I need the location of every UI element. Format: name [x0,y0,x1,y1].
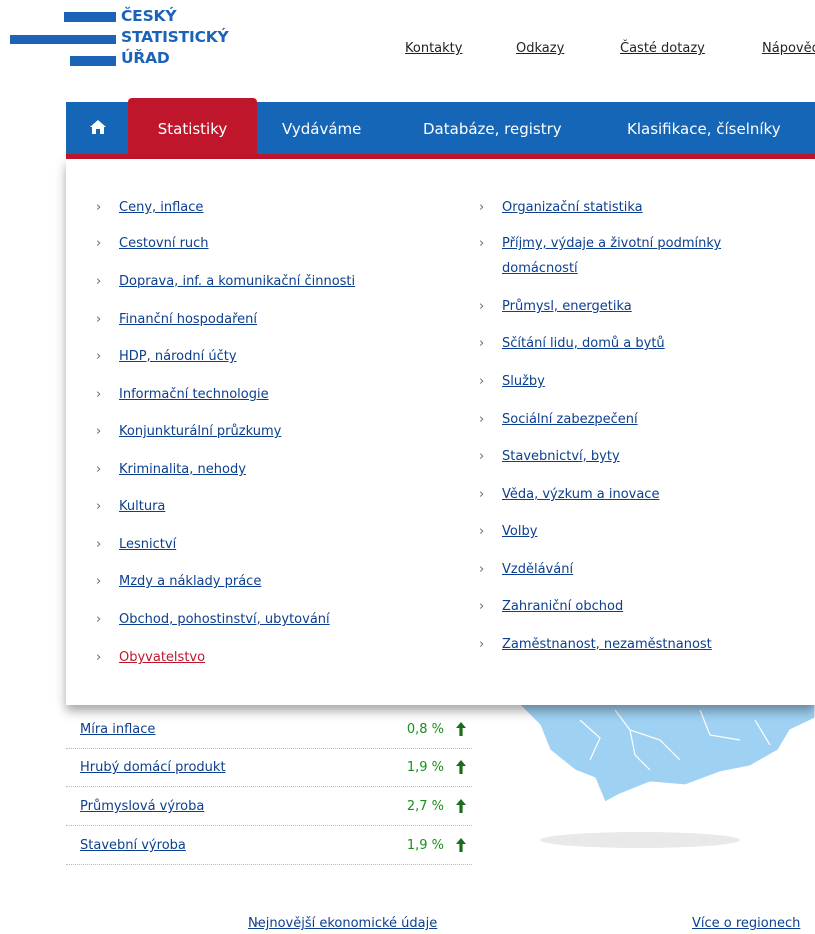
menu-item[interactable]: › Finanční hospodaření [96,309,257,330]
menu-item[interactable]: › Příjmy, výdaje a životní podmínky [479,233,721,254]
chevron-right-icon: › [96,462,102,477]
menu-item[interactable]: › Vzdělávání [479,559,573,580]
logo-bar [10,35,116,44]
menu-item[interactable]: › Sociální zabezpečení [479,409,638,430]
nav-tab-vydavame[interactable]: Vydáváme [282,102,361,154]
menu-item[interactable]: › Informační technologie [96,384,269,405]
menu-item[interactable]: › Věda, výzkum a inovace [479,484,659,505]
menu-item[interactable]: › Zaměstnanost, nezaměstnanost [479,634,712,655]
indicator-name[interactable]: Průmyslová výroba [80,799,204,814]
menu-item[interactable]: › Cestovní ruch [96,233,209,254]
nav-tab-statistiky[interactable]: Statistiky [128,98,257,159]
chevron-right-icon: › [96,650,102,665]
menu-item[interactable]: › Mzdy a náklady práce [96,571,261,592]
chevron-right-icon: › [96,537,102,552]
chevron-right-icon: › [479,599,485,614]
map-shadow [540,832,740,848]
indicator-name[interactable]: Stavební výroba [80,838,186,853]
menu-item-continuation[interactable]: domácností [502,258,578,279]
chevron-right-icon: › [96,612,102,627]
chevron-right-icon: › [479,374,485,389]
nav-tab-databaze[interactable]: Databáze, registry [423,102,562,154]
menu-item[interactable]: › Kriminalita, nehody [96,459,246,480]
chevron-right-icon: › [254,916,260,931]
chevron-right-icon: › [479,637,485,652]
chevron-right-icon: › [479,524,485,539]
link-napoveda[interactable]: Nápověda [762,41,815,56]
logo-bar [64,12,116,22]
indicator-row: Průmyslová výroba 2,7 % [66,787,472,826]
indicator-row: Stavební výroba 1,9 % [66,826,472,865]
chevron-right-icon: › [479,200,485,215]
logo-text-line3: ÚŘAD [121,49,170,67]
statistics-dropdown: › Ceny, inflace › Cestovní ruch › Doprava, … [66,159,815,705]
chevron-right-icon: › [96,574,102,589]
arrow-up-icon [456,838,466,852]
indicator-name[interactable]: Hrubý domácí produkt [80,760,226,775]
main-nav: Statistiky Vydáváme Databáze, registry K… [66,98,815,159]
chevron-right-icon: › [96,236,102,251]
chevron-right-icon: › [96,499,102,514]
menu-item[interactable]: › Doprava, inf. a komunikační činnosti [96,271,355,292]
nav-tab-klasifikace[interactable]: Klasifikace, číselníky [627,102,781,154]
home-icon [90,120,106,134]
menu-item[interactable]: › Lesnictví [96,534,176,555]
chevron-right-icon: › [479,562,485,577]
arrow-up-icon [456,722,466,736]
menu-item[interactable]: › Konjunkturální průzkumy [96,421,281,442]
menu-item[interactable]: › Stavebnictví, byty [479,446,620,467]
indicator-value: 0,8 % [406,722,444,737]
menu-item[interactable]: › Ceny, inflace [96,197,203,218]
chevron-right-icon: › [479,449,485,464]
indicator-value: 1,9 % [406,760,444,775]
arrow-up-icon [456,760,466,774]
indicator-row: Hrubý domácí produkt 1,9 % [66,748,472,787]
indicator-row: Míra inflace 0,8 % [66,710,472,749]
menu-item[interactable]: › Organizační statistika [479,197,643,218]
chevron-right-icon: › [479,236,485,251]
menu-item[interactable]: › HDP, národní účty [96,346,237,367]
menu-item[interactable]: › Volby [479,521,537,542]
chevron-right-icon: › [96,312,102,327]
link-odkazy[interactable]: Odkazy [516,41,564,56]
logo-text-line1: ČESKÝ [121,7,177,25]
region-map[interactable] [520,690,815,860]
chevron-right-icon: › [479,299,485,314]
menu-item[interactable]: › Obchod, pohostinství, ubytování [96,609,330,630]
chevron-right-icon: › [96,274,102,289]
logo-text-line2: STATISTICKÝ [121,28,229,46]
chevron-right-icon: › [479,487,485,502]
chevron-right-icon: › [479,412,485,427]
arrow-up-icon [456,799,466,813]
chevron-right-icon: › [479,336,485,351]
indicator-value: 1,9 % [406,838,444,853]
logo-bar [70,56,116,66]
nav-home[interactable] [66,102,130,154]
logo[interactable]: ČESKÝ STATISTICKÝ ÚŘAD [0,0,260,80]
menu-item[interactable]: › Průmysl, energetika [479,296,632,317]
chevron-right-icon: › [96,387,102,402]
chevron-right-icon: › [96,200,102,215]
link-caste-dotazy[interactable]: Časté dotazy [620,41,705,56]
more-about-regions-link[interactable]: Více o regionech [692,916,800,931]
menu-item[interactable]: › Sčítání lidu, domů a bytů [479,333,665,354]
chevron-right-icon: › [96,424,102,439]
menu-item[interactable]: › Služby [479,371,545,392]
menu-item-highlighted[interactable]: › Obyvatelstvo [96,647,205,668]
menu-item[interactable]: › Kultura [96,496,165,517]
chevron-right-icon: › [96,349,102,364]
indicator-value: 2,7 % [406,799,444,814]
indicator-name[interactable]: Míra inflace [80,722,155,737]
link-kontakty[interactable]: Kontakty [405,41,462,56]
map-shape [520,690,815,803]
menu-item[interactable]: › Zahraniční obchod [479,596,623,617]
